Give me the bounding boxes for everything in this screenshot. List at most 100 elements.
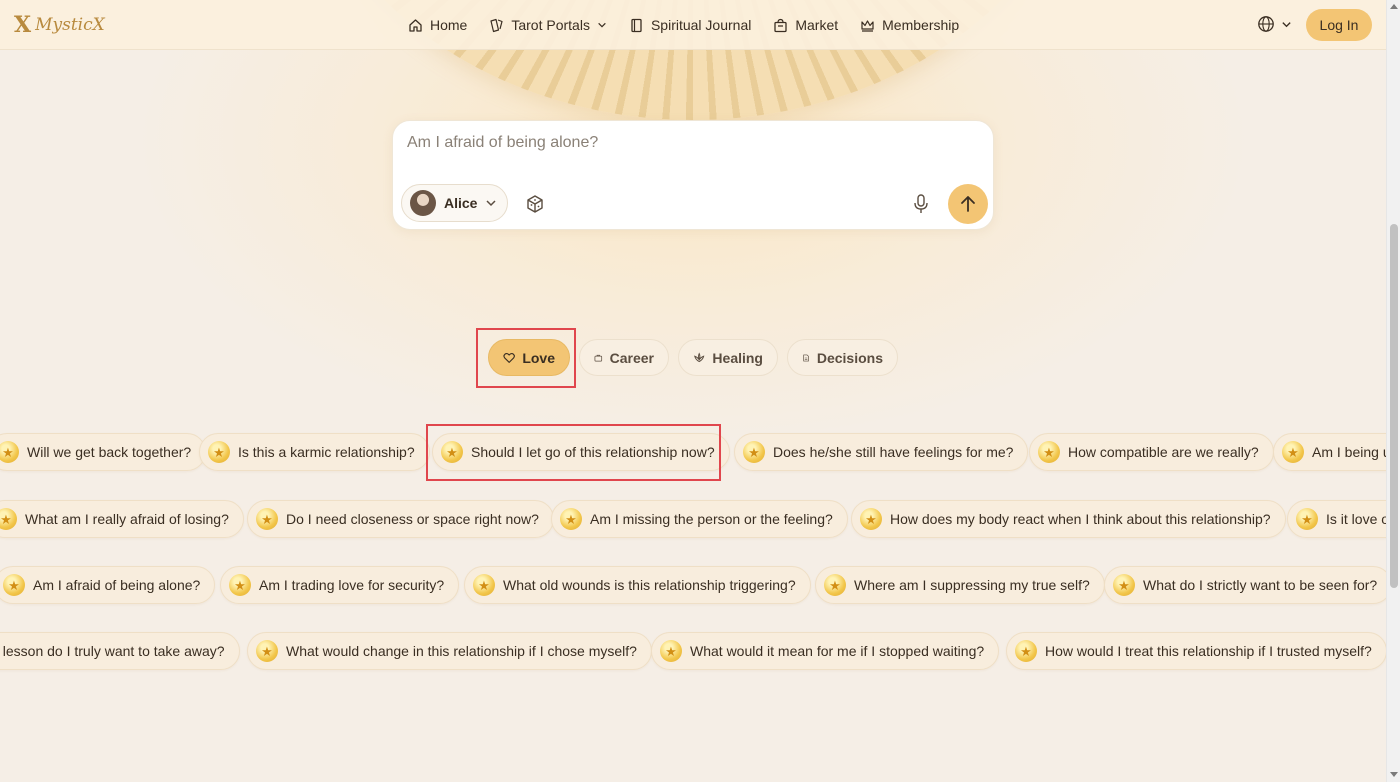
cube-icon[interactable] [525, 194, 545, 214]
heart-icon [503, 352, 515, 363]
send-button[interactable] [948, 184, 988, 224]
question-chip[interactable]: ★ What would it mean for me if I stopped … [651, 632, 1000, 670]
tab-healing[interactable]: Healing [678, 339, 778, 376]
question-text: What would it mean for me if I stopped w… [690, 643, 985, 659]
persona-selector[interactable]: Alice [401, 184, 508, 222]
star-icon: ★ [3, 574, 25, 596]
tab-label: Decisions [816, 349, 883, 366]
star-icon: ★ [441, 441, 463, 463]
question-chip[interactable]: ★ Am I being u [1273, 433, 1386, 471]
scroll-up-arrow-icon[interactable] [1390, 4, 1398, 9]
star-icon: ★ [1113, 574, 1135, 596]
nav-membership[interactable]: Membership [860, 17, 959, 33]
star-icon: ★ [1296, 508, 1318, 530]
star-icon: ★ [473, 574, 495, 596]
bag-icon [774, 18, 787, 32]
question-chip[interactable]: ★ How does my body react when I think abo… [851, 500, 1286, 538]
question-text: Does he/she still have feelings for me? [773, 444, 1014, 460]
lotus-icon [694, 351, 705, 362]
tab-label: Career [609, 349, 654, 366]
nav-home[interactable]: Home [408, 17, 467, 33]
question-chip[interactable]: ★ Am I missing the person or the feeling? [551, 500, 848, 538]
question-text: Will we get back together? [27, 444, 192, 460]
star-icon: ★ [1015, 640, 1037, 662]
question-text: Am I trading love for security? [259, 577, 445, 593]
question-text: What old wounds is this relationship tri… [503, 577, 796, 593]
star-icon: ★ [743, 441, 765, 463]
question-chip[interactable]: ★ What would change in this relationship … [247, 632, 652, 670]
question-chip[interactable]: ★ Where am I suppressing my true self? [815, 566, 1105, 604]
question-text: What am I really afraid of losing? [25, 511, 229, 527]
document-icon [803, 354, 809, 361]
scrollbar[interactable] [1386, 0, 1400, 782]
question-chip[interactable]: ★ Is this a karmic relationship? [199, 433, 430, 471]
persona-name: Alice [444, 195, 478, 211]
scroll-thumb[interactable] [1390, 224, 1398, 588]
question-text: Am I being u [1312, 444, 1386, 460]
tab-career[interactable]: Career [579, 339, 669, 376]
chevron-down-icon [1282, 21, 1291, 27]
language-selector[interactable] [1257, 15, 1292, 33]
scroll-down-arrow-icon[interactable] [1390, 772, 1398, 777]
star-icon: ★ [0, 441, 19, 463]
question-chip[interactable]: ★ Do I need closeness or space right now? [247, 500, 554, 538]
nav-label: Home [430, 17, 468, 33]
tab-love[interactable]: Love [488, 339, 570, 376]
briefcase-icon [594, 354, 603, 361]
question-text: How does my body react when I think abou… [890, 511, 1271, 527]
question-text: How compatible are we really? [1068, 444, 1259, 460]
login-button[interactable]: Log In [1306, 9, 1372, 41]
nav-label: Spiritual Journal [650, 17, 752, 33]
star-icon: ★ [256, 640, 278, 662]
question-chip[interactable]: ★ What am I really afraid of losing? [0, 500, 244, 538]
star-icon: ★ [660, 640, 682, 662]
question-text: How would I treat this relationship if I… [1045, 643, 1372, 659]
question-chip[interactable]: ★ Am I trading love for security? [220, 566, 460, 604]
question-text: What do I strictly want to be seen for? [1143, 577, 1378, 593]
main-nav: Home Tarot Portals Spiritual Journal Mar… [408, 0, 959, 50]
question-chip[interactable]: ★ What do I strictly want to be seen for? [1104, 566, 1386, 604]
question-chip[interactable]: ★ Will we get back together? [0, 433, 207, 471]
nav-label: Market [795, 17, 839, 33]
star-icon: ★ [208, 441, 230, 463]
star-icon: ★ [229, 574, 251, 596]
star-icon: ★ [1282, 441, 1304, 463]
star-icon: ★ [1038, 441, 1060, 463]
question-chip[interactable]: t lesson do I truly want to take away? [0, 632, 240, 670]
star-icon: ★ [860, 508, 882, 530]
question-chip[interactable]: ★ Should I let go of this relationship no… [432, 433, 730, 471]
question-chip[interactable]: ★ How compatible are we really? [1029, 433, 1274, 471]
avatar [410, 190, 436, 216]
question-text: What would change in this relationship i… [286, 643, 637, 659]
nav-label: Tarot Portals [511, 17, 590, 33]
tab-decisions[interactable]: Decisions [787, 339, 898, 376]
tarot-card-icon [490, 18, 503, 32]
star-icon: ★ [824, 574, 846, 596]
question-chip[interactable]: ★ What old wounds is this relationship tr… [464, 566, 811, 604]
nav-market[interactable]: Market [773, 17, 838, 33]
logo-text: MysticX [35, 15, 105, 35]
question-chip[interactable]: ★ How would I treat this relationship if … [1006, 632, 1386, 670]
tab-label: Healing [712, 349, 763, 366]
top-navbar: X MysticX Home Tarot Portals Spiritual J… [0, 0, 1386, 50]
arrow-up-icon [961, 196, 975, 212]
question-text: Am I missing the person or the feeling? [590, 511, 833, 527]
question-input[interactable] [407, 131, 967, 155]
question-text: Do I need closeness or space right now? [286, 511, 539, 527]
chevron-down-icon [486, 200, 496, 207]
question-chip[interactable]: ★ Does he/she still have feelings for me? [734, 433, 1029, 471]
home-icon [409, 18, 422, 32]
nav-tarot-portals[interactable]: Tarot Portals [489, 17, 607, 33]
star-icon: ★ [256, 508, 278, 530]
question-chip[interactable]: ★ Am I afraid of being alone? [0, 566, 216, 604]
tab-label: Love [522, 349, 555, 366]
microphone-icon[interactable] [911, 193, 931, 215]
logo-mark: X [14, 12, 32, 38]
question-chip[interactable]: ★ Is it love o [1287, 500, 1386, 538]
logo[interactable]: X MysticX [14, 12, 105, 38]
nav-spiritual-journal[interactable]: Spiritual Journal [629, 17, 751, 33]
crown-icon [861, 19, 874, 32]
star-icon: ★ [0, 508, 17, 530]
question-text: Is this a karmic relationship? [238, 444, 415, 460]
question-text: Is it love o [1326, 511, 1386, 527]
